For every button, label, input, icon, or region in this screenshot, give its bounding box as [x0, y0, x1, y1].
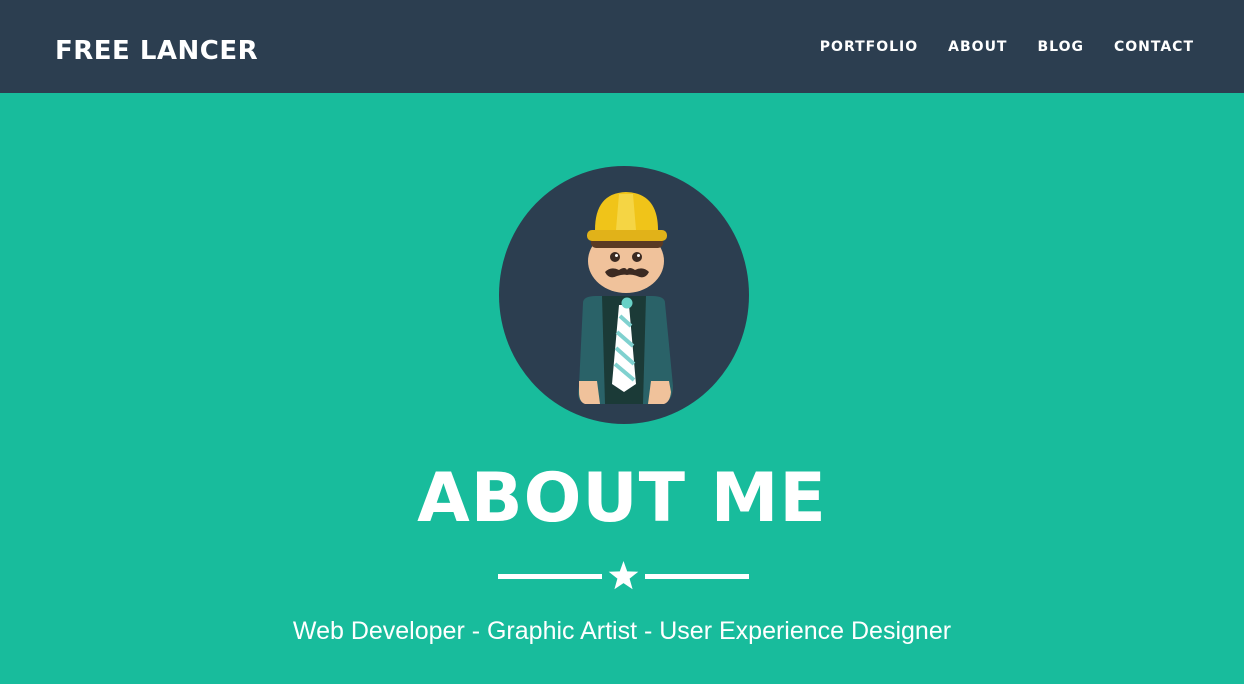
freelancer-avatar-icon	[499, 166, 749, 424]
hero-subtitle: Web Developer - Graphic Artist - User Ex…	[292, 617, 952, 645]
nav-item-portfolio: PORTFOLIO	[820, 36, 918, 58]
page-title: ABOUT ME	[417, 459, 827, 538]
nav-link-contact[interactable]: CONTACT	[1114, 39, 1194, 55]
nav-link-portfolio[interactable]: PORTFOLIO	[820, 39, 918, 55]
title-divider	[498, 561, 749, 590]
nav-item-blog: BLOG	[1037, 36, 1084, 58]
nav-link-about[interactable]: ABOUT	[948, 39, 1007, 55]
star-icon	[608, 561, 639, 590]
navbar: FREE LANCER PORTFOLIO ABOUT BLOG CONTACT	[0, 0, 1244, 93]
nav-item-contact: CONTACT	[1114, 36, 1194, 58]
brand-logo[interactable]: FREE LANCER	[55, 33, 258, 69]
nav-menu: PORTFOLIO ABOUT BLOG CONTACT	[820, 36, 1194, 58]
nav-item-about: ABOUT	[948, 36, 1007, 58]
nav-link-blog[interactable]: BLOG	[1037, 39, 1084, 55]
